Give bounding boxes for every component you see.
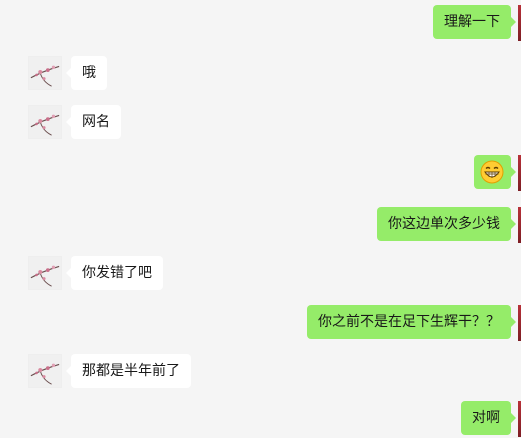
plum-blossom-avatar-icon xyxy=(29,57,61,89)
chat-message-list[interactable]: 理解一下 哦 网名 你这边单次多少钱 你发错了吧 你之前不是在足下生辉干？？ 那… xyxy=(0,0,521,438)
contact-avatar[interactable] xyxy=(28,354,62,388)
message-bubble-outgoing[interactable]: 你这边单次多少钱 xyxy=(377,207,516,241)
grinning-face-emoji-icon xyxy=(480,160,504,184)
message-row-incoming: 你发错了吧 xyxy=(0,256,521,292)
contact-avatar[interactable] xyxy=(28,56,62,90)
message-row-incoming: 哦 xyxy=(0,56,521,92)
message-row-incoming: 那都是半年前了 xyxy=(0,354,521,390)
contact-avatar[interactable] xyxy=(28,105,62,139)
message-bubble-incoming[interactable]: 哦 xyxy=(66,56,107,90)
message-row-outgoing: 理解一下 xyxy=(0,5,521,41)
message-row-outgoing: 对啊 xyxy=(0,401,521,437)
plum-blossom-avatar-icon xyxy=(29,106,61,138)
message-bubble-incoming[interactable]: 你发错了吧 xyxy=(66,256,163,290)
message-row-outgoing xyxy=(0,155,521,191)
plum-blossom-avatar-icon xyxy=(29,257,61,289)
plum-blossom-avatar-icon xyxy=(29,355,61,387)
message-bubble-incoming[interactable]: 网名 xyxy=(66,105,121,139)
message-bubble-outgoing[interactable]: 对啊 xyxy=(461,401,516,435)
message-row-outgoing: 你之前不是在足下生辉干？？ xyxy=(0,305,521,341)
message-bubble-outgoing[interactable]: 你之前不是在足下生辉干？？ xyxy=(307,305,516,339)
message-row-incoming: 网名 xyxy=(0,105,521,141)
contact-avatar[interactable] xyxy=(28,256,62,290)
message-bubble-outgoing[interactable]: 理解一下 xyxy=(433,5,516,39)
message-row-outgoing: 你这边单次多少钱 xyxy=(0,207,521,243)
message-bubble-outgoing-emoji[interactable] xyxy=(474,155,516,189)
message-bubble-incoming[interactable]: 那都是半年前了 xyxy=(66,354,191,388)
